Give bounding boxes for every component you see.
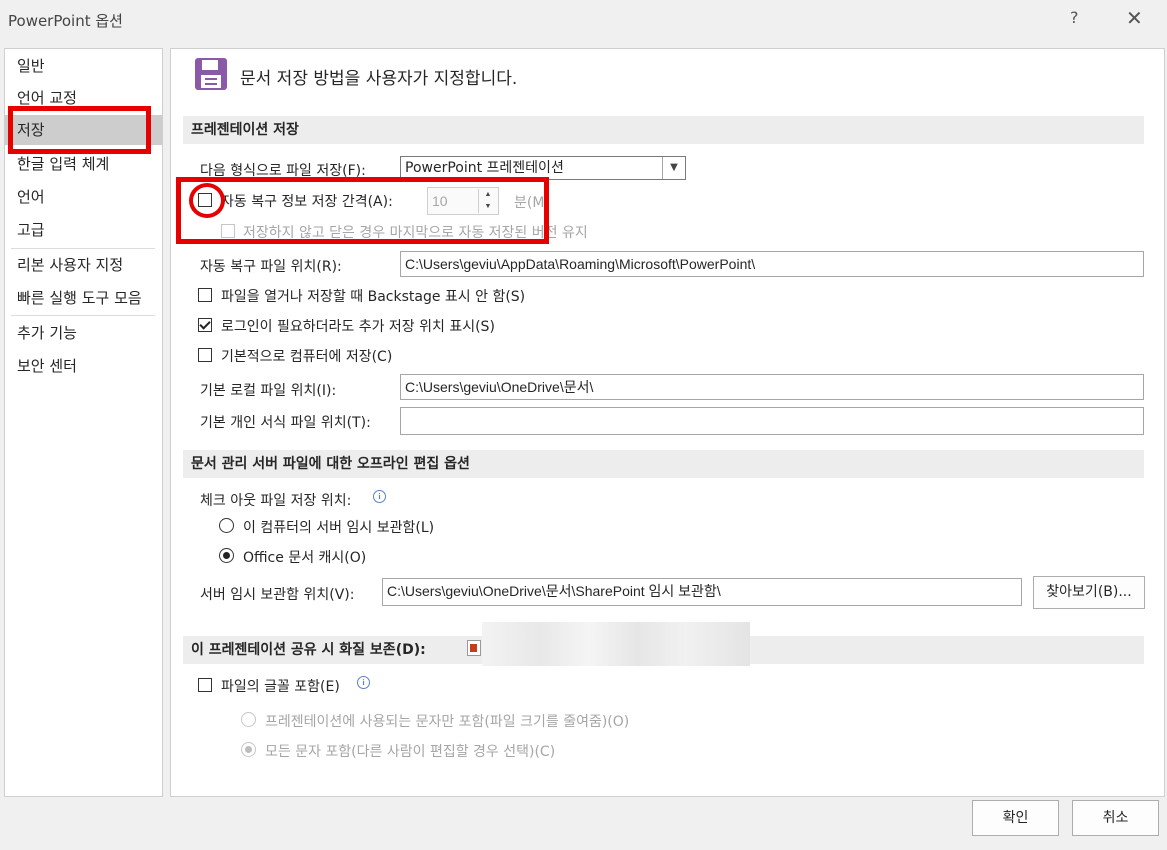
help-button[interactable]: ? bbox=[1070, 8, 1079, 27]
local-location-label: 기본 로컬 파일 위치(I): bbox=[200, 383, 337, 399]
presentation-name-dropdown[interactable] bbox=[482, 622, 750, 666]
save-to-computer-checkbox[interactable] bbox=[198, 348, 212, 362]
nav-item-trust-center[interactable]: 보안 센터 bbox=[5, 351, 162, 381]
used-chars-label: 프레젠테이션에 사용되는 문자만 포함(파일 크기를 줄여줌)(O) bbox=[265, 714, 630, 730]
embed-fonts-checkbox[interactable] bbox=[198, 678, 212, 692]
drafts-location-label: 서버 임시 보관함 위치(V): bbox=[200, 587, 355, 603]
chevron-down-icon: ▼ bbox=[662, 157, 685, 179]
info-icon: i bbox=[357, 676, 370, 689]
section-header-offline-editing: 문서 관리 서버 파일에 대한 오프라인 편집 옵션 bbox=[183, 450, 1144, 478]
powerpoint-file-icon bbox=[467, 640, 481, 656]
show-locations-checkbox[interactable] bbox=[198, 318, 212, 332]
office-cache-label: Office 문서 캐시(O) bbox=[243, 550, 367, 566]
embed-fonts-label: 파일의 글꼴 포함(E) bbox=[221, 679, 340, 695]
local-location-input[interactable]: C:\Users\geviu\OneDrive\문서\ bbox=[400, 374, 1144, 400]
browse-button[interactable]: 찾아보기(B)... bbox=[1033, 576, 1145, 609]
page-title: 문서 저장 방법을 사용자가 지정합니다. bbox=[240, 69, 518, 89]
info-icon: i bbox=[373, 490, 386, 503]
checkout-location-label: 체크 아웃 파일 저장 위치: bbox=[200, 493, 352, 509]
nav-item-advanced[interactable]: 고급 bbox=[5, 215, 162, 245]
save-to-computer-label: 기본적으로 컴퓨터에 저장(C) bbox=[221, 349, 393, 365]
options-nav: 일반 언어 교정 저장 한글 입력 체계 언어 고급 리본 사용자 지정 빠른 … bbox=[4, 48, 163, 797]
show-locations-label: 로그인이 필요하더라도 추가 저장 위치 표시(S) bbox=[221, 319, 495, 335]
template-location-input[interactable] bbox=[400, 407, 1144, 435]
office-cache-radio[interactable] bbox=[219, 548, 234, 563]
all-chars-radio[interactable] bbox=[241, 742, 256, 757]
all-chars-label: 모든 문자 포함(다른 사람이 편집할 경우 선택)(C) bbox=[265, 744, 556, 760]
section-header-save-presentations: 프레젠테이션 저장 bbox=[183, 116, 1144, 144]
nav-item-customize-ribbon[interactable]: 리본 사용자 지정 bbox=[5, 250, 162, 280]
nav-item-general[interactable]: 일반 bbox=[5, 51, 162, 81]
no-backstage-label: 파일을 열거나 저장할 때 Backstage 표시 안 함(S) bbox=[221, 289, 526, 305]
ok-button[interactable]: 확인 bbox=[972, 800, 1059, 836]
drafts-location-input[interactable]: C:\Users\geviu\OneDrive\문서\SharePoint 임시… bbox=[382, 578, 1022, 606]
server-drafts-radio[interactable] bbox=[219, 518, 234, 533]
annotation-circle-checkbox bbox=[189, 183, 225, 218]
cancel-button[interactable]: 취소 bbox=[1072, 800, 1159, 836]
save-icon bbox=[195, 58, 227, 90]
used-chars-radio[interactable] bbox=[241, 712, 256, 727]
save-format-value: PowerPoint 프레젠테이션 bbox=[405, 160, 564, 176]
nav-item-quick-access-toolbar[interactable]: 빠른 실행 도구 모음 bbox=[5, 283, 162, 313]
annotation-box-save-nav bbox=[8, 106, 151, 154]
template-location-label: 기본 개인 서식 파일 위치(T): bbox=[200, 415, 371, 431]
nav-item-language[interactable]: 언어 bbox=[5, 182, 162, 212]
close-button[interactable]: ✕ bbox=[1126, 6, 1143, 30]
window-title: PowerPoint 옵션 bbox=[8, 12, 123, 30]
nav-item-add-ins[interactable]: 추가 기능 bbox=[5, 318, 162, 348]
no-backstage-checkbox[interactable] bbox=[198, 288, 212, 302]
server-drafts-label: 이 컴퓨터의 서버 임시 보관함(L) bbox=[243, 520, 435, 536]
annotation-box-autorecover bbox=[176, 177, 549, 244]
nav-divider bbox=[11, 248, 155, 249]
autorecover-location-input[interactable]: C:\Users\geviu\AppData\Roaming\Microsoft… bbox=[400, 251, 1144, 277]
nav-divider bbox=[11, 315, 155, 316]
autorecover-location-label: 자동 복구 파일 위치(R): bbox=[200, 259, 342, 275]
